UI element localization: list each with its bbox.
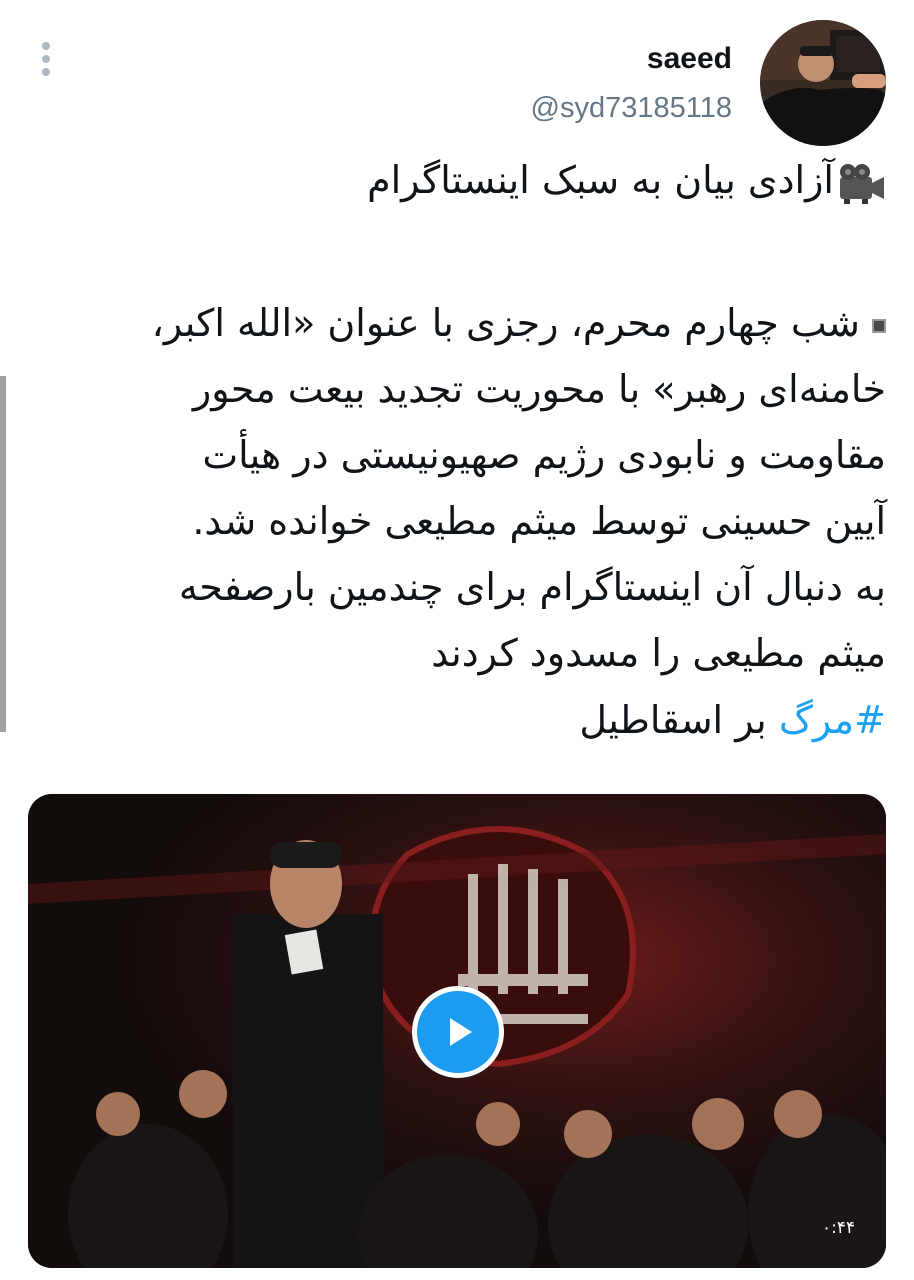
hashtag-suffix: بر اسقاطیل bbox=[579, 698, 767, 742]
scroll-indicator bbox=[0, 376, 6, 732]
hashtag-link[interactable]: #مرگ bbox=[779, 698, 886, 742]
hashtag-line: #مرگ بر اسقاطیل bbox=[579, 690, 886, 750]
video-duration: ۰:۴۴ bbox=[822, 1218, 856, 1238]
small-square-icon bbox=[872, 318, 886, 333]
more-options-icon[interactable] bbox=[38, 42, 54, 76]
play-icon bbox=[450, 1018, 472, 1046]
body-line: آیین حسینی توسط میثم مطیعی خوانده شد. bbox=[192, 499, 886, 543]
body-line: شب چهارم محرم، رجزی با عنوان «الله اکبر، bbox=[36, 290, 886, 356]
body-line: به دنبال آن اینستاگرام برای چندمین بارصف… bbox=[178, 565, 886, 609]
play-button[interactable] bbox=[412, 986, 504, 1078]
video-camera-icon bbox=[836, 161, 886, 205]
display-name[interactable]: saeed bbox=[647, 42, 732, 76]
body-line: مقاومت و نابودی رژیم صهیونیستی در هیأت bbox=[202, 433, 886, 477]
tweet-title: آزادی بیان به سبک اینستاگرام bbox=[367, 150, 886, 210]
tweet-screen: saeed @syd73185118 آزادی بیان به سبک این… bbox=[0, 0, 914, 1280]
body-line: خامنه‌ای رهبر» با محوریت تجدید بیعت محور bbox=[192, 367, 886, 411]
tweet-title-text: آزادی بیان به سبک اینستاگرام bbox=[367, 158, 834, 202]
user-handle[interactable]: @syd73185118 bbox=[531, 92, 732, 125]
body-line: میثم مطیعی را مسدود کردند bbox=[431, 631, 886, 675]
tweet-body: شب چهارم محرم، رجزی با عنوان «الله اکبر،… bbox=[36, 290, 886, 686]
avatar[interactable] bbox=[760, 20, 886, 146]
